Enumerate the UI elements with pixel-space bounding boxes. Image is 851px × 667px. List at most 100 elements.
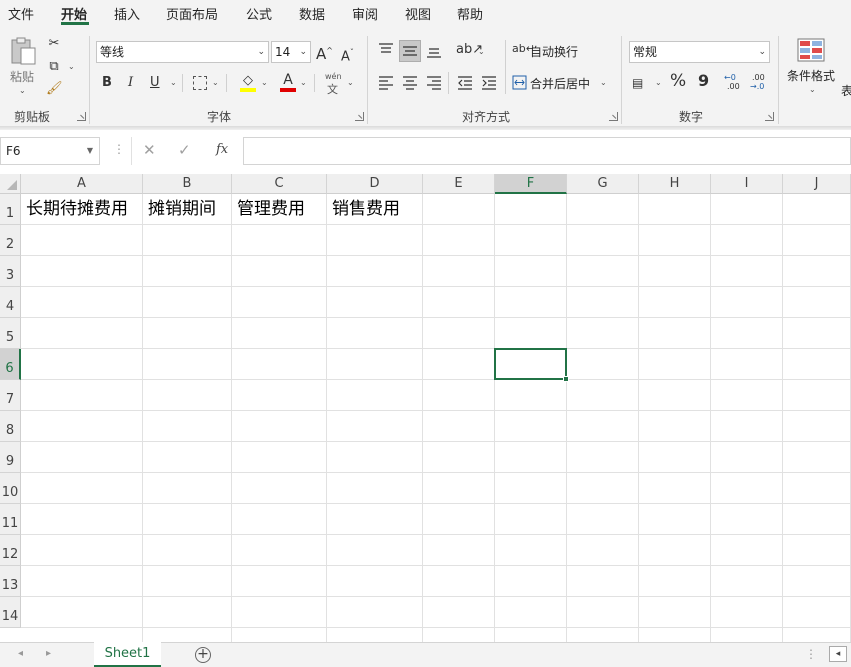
scroll-tabs-left-icon[interactable]: ◂ bbox=[18, 648, 23, 659]
copy-dropdown-icon[interactable]: ⌄ bbox=[68, 62, 75, 71]
borders-dropdown-icon[interactable]: ⌄ bbox=[212, 78, 219, 87]
conditional-format-icon[interactable] bbox=[797, 38, 825, 64]
row-header-13[interactable]: 13 bbox=[0, 566, 21, 597]
paste-dropdown-icon[interactable]: ⌄ bbox=[19, 86, 26, 95]
align-top-icon[interactable] bbox=[378, 43, 394, 57]
grow-font-button[interactable]: A^ bbox=[316, 43, 333, 62]
number-format-select[interactable]: 常规 ⌄ bbox=[629, 41, 770, 63]
select-all-button[interactable] bbox=[0, 174, 21, 194]
scroll-left-icon[interactable]: ◂ bbox=[829, 646, 847, 662]
formula-input[interactable] bbox=[243, 137, 851, 165]
comma-style-button[interactable]: 9 bbox=[698, 73, 709, 89]
merge-center-button[interactable]: 合并后居中 ⌄ bbox=[512, 74, 612, 94]
borders-icon[interactable] bbox=[193, 76, 207, 90]
row-header-1[interactable]: 1 bbox=[0, 194, 21, 225]
column-header-j[interactable]: J bbox=[783, 174, 851, 194]
phonetic-dropdown-icon[interactable]: ⌄ bbox=[347, 78, 354, 87]
scroll-tabs-right-icon[interactable]: ▸ bbox=[46, 648, 51, 659]
increase-indent-icon[interactable] bbox=[481, 76, 497, 90]
align-bottom-icon[interactable] bbox=[426, 45, 442, 59]
increase-decimal-button[interactable]: ←0 .00 bbox=[724, 73, 744, 93]
font-color-dropdown-icon[interactable]: ⌄ bbox=[300, 78, 307, 87]
fill-color-button[interactable]: ◇ bbox=[240, 73, 256, 93]
sheet-tab-sheet1[interactable]: Sheet1 bbox=[94, 642, 161, 667]
add-sheet-button[interactable]: + bbox=[195, 647, 211, 663]
conditional-format-label[interactable]: 条件格式 bbox=[787, 67, 835, 84]
row-header-11[interactable]: 11 bbox=[0, 504, 21, 535]
underline-dropdown-icon[interactable]: ⌄ bbox=[170, 78, 177, 87]
wrap-text-button[interactable]: ab↵ 自动换行 bbox=[512, 42, 592, 62]
bold-button[interactable]: B bbox=[102, 75, 112, 91]
row-header-8[interactable]: 8 bbox=[0, 411, 21, 442]
cell-a1[interactable]: 长期待摊费用 bbox=[26, 194, 128, 225]
font-launcher-icon[interactable] bbox=[355, 112, 364, 121]
format-painter-icon[interactable]: 🖌 bbox=[46, 81, 63, 97]
column-header-d[interactable]: D bbox=[327, 174, 423, 194]
active-cell-highlight[interactable] bbox=[494, 348, 567, 380]
percent-style-button[interactable]: % bbox=[670, 73, 686, 90]
number-launcher-icon[interactable] bbox=[765, 112, 774, 121]
row-header-4[interactable]: 4 bbox=[0, 287, 21, 318]
orientation-dropdown-icon[interactable]: ⌄ bbox=[478, 47, 485, 56]
underline-button[interactable]: U bbox=[150, 75, 160, 91]
decrease-indent-icon[interactable] bbox=[457, 76, 473, 90]
cell-c1[interactable]: 管理费用 bbox=[237, 194, 305, 225]
menu-tab-formulas[interactable]: 公式 bbox=[246, 4, 272, 23]
row-header-7[interactable]: 7 bbox=[0, 380, 21, 411]
align-left-icon[interactable] bbox=[378, 76, 394, 90]
row-header-9[interactable]: 9 bbox=[0, 442, 21, 473]
row-header-12[interactable]: 12 bbox=[0, 535, 21, 566]
row-header-5[interactable]: 5 bbox=[0, 318, 21, 349]
column-header-e[interactable]: E bbox=[423, 174, 495, 194]
cell-d1[interactable]: 销售费用 bbox=[332, 194, 400, 225]
format-as-table-label[interactable]: 表 bbox=[841, 82, 851, 99]
column-header-f[interactable]: F bbox=[495, 174, 567, 194]
accounting-format-icon[interactable]: ▤ bbox=[632, 75, 643, 91]
menu-tab-review[interactable]: 审阅 bbox=[352, 4, 378, 23]
column-header-c[interactable]: C bbox=[232, 174, 327, 194]
column-header-a[interactable]: A bbox=[21, 174, 143, 194]
menu-tab-page-layout[interactable]: 页面布局 bbox=[166, 4, 218, 23]
worksheet-grid[interactable]: ABCDEFGHIJ 1 2 3 4 5 6 7 8 9 10 11 12 13 14 长期待摊费用 摊销期… bbox=[0, 174, 851, 642]
font-name-select[interactable]: 等线 ⌄ bbox=[96, 41, 269, 63]
column-header-h[interactable]: H bbox=[639, 174, 711, 194]
cancel-icon[interactable]: ✕ bbox=[143, 141, 156, 159]
column-header-g[interactable]: G bbox=[567, 174, 639, 194]
row-header-3[interactable]: 3 bbox=[0, 256, 21, 287]
clipboard-launcher-icon[interactable] bbox=[77, 112, 86, 121]
align-middle-button[interactable] bbox=[399, 40, 421, 62]
enter-icon[interactable]: ✓ bbox=[178, 141, 191, 159]
align-center-icon[interactable] bbox=[402, 76, 418, 90]
copy-icon[interactable]: ⧉ bbox=[46, 59, 62, 75]
row-header-6[interactable]: 6 bbox=[0, 349, 21, 380]
column-header-b[interactable]: B bbox=[143, 174, 232, 194]
name-box[interactable]: F6 ▼ bbox=[0, 137, 100, 165]
row-header-2[interactable]: 2 bbox=[0, 225, 21, 256]
insert-function-icon[interactable]: fx bbox=[216, 142, 228, 157]
menu-tab-file[interactable]: 文件 bbox=[8, 4, 34, 23]
paste-button[interactable] bbox=[8, 36, 38, 66]
menu-tab-view[interactable]: 视图 bbox=[405, 4, 431, 23]
font-size-select[interactable]: 14 ⌄ bbox=[271, 41, 311, 63]
shrink-font-button[interactable]: Aˇ bbox=[341, 45, 354, 65]
align-right-icon[interactable] bbox=[426, 76, 442, 90]
fill-handle[interactable] bbox=[563, 376, 569, 382]
menu-tab-home[interactable]: 开始 bbox=[61, 4, 87, 23]
menu-tab-insert[interactable]: 插入 bbox=[114, 4, 140, 23]
alignment-launcher-icon[interactable] bbox=[609, 112, 618, 121]
row-header-14[interactable]: 14 bbox=[0, 597, 21, 628]
cell-b1[interactable]: 摊销期间 bbox=[148, 194, 216, 225]
italic-button[interactable]: I bbox=[128, 75, 133, 91]
accounting-dropdown-icon[interactable]: ⌄ bbox=[655, 78, 662, 87]
font-color-button[interactable]: A bbox=[280, 72, 296, 93]
phonetic-guide-button[interactable]: wén 文 bbox=[325, 72, 342, 96]
fill-color-dropdown-icon[interactable]: ⌄ bbox=[261, 78, 268, 87]
orientation-icon[interactable]: ab↗ bbox=[456, 42, 483, 58]
conditional-format-dropdown-icon[interactable]: ⌄ bbox=[809, 85, 816, 94]
row-header-10[interactable]: 10 bbox=[0, 473, 21, 504]
decrease-decimal-button[interactable]: .00 →.0 bbox=[750, 73, 770, 93]
horizontal-scrollbar[interactable]: ⋮ ◂ bbox=[805, 645, 851, 665]
menu-tab-data[interactable]: 数据 bbox=[299, 4, 325, 23]
column-header-i[interactable]: I bbox=[711, 174, 783, 194]
cut-icon[interactable]: ✂ bbox=[46, 36, 62, 52]
